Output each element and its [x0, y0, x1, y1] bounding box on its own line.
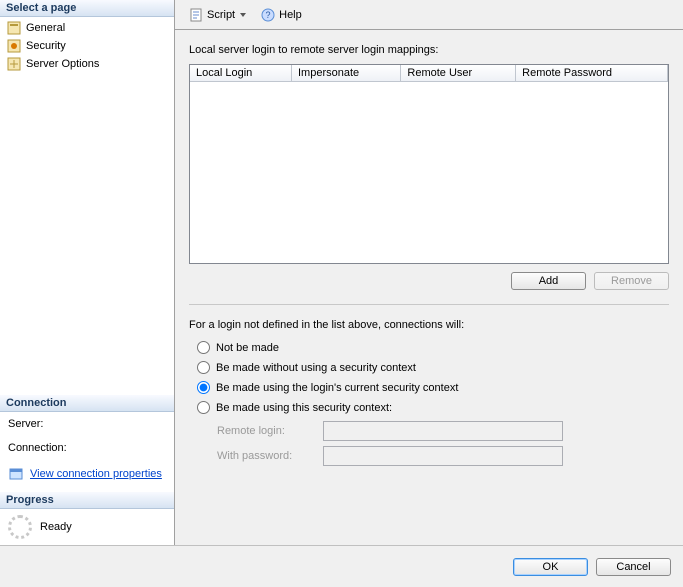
connection-header: Connection	[0, 395, 174, 412]
main-layout: Select a page General Security Server Op…	[0, 0, 683, 545]
dialog-footer: OK Cancel	[0, 545, 683, 587]
radio-not-made-label: Not be made	[216, 342, 279, 354]
page-label: General	[26, 22, 65, 34]
with-password-label: With password:	[217, 450, 317, 462]
remote-login-label: Remote login:	[217, 425, 317, 437]
radio-not-made-row[interactable]: Not be made	[197, 341, 669, 354]
not-defined-label: For a login not defined in the list abov…	[189, 319, 669, 331]
view-connection-properties-link[interactable]: View connection properties	[30, 468, 162, 480]
page-list: General Security Server Options	[0, 17, 174, 75]
with-password-row: With password:	[217, 446, 669, 466]
separator	[189, 304, 669, 305]
mappings-label: Local server login to remote server logi…	[189, 44, 669, 56]
page-security[interactable]: Security	[0, 37, 174, 55]
view-conn-props-row[interactable]: View connection properties	[8, 466, 166, 482]
grid-buttons: Add Remove	[189, 272, 669, 290]
script-label: Script	[207, 9, 235, 21]
left-panel: Select a page General Security Server Op…	[0, 0, 175, 545]
script-button[interactable]: Script	[183, 4, 251, 26]
page-icon	[6, 56, 22, 72]
properties-icon	[8, 466, 24, 482]
radio-not-made[interactable]	[197, 341, 210, 354]
radio-current-context-label: Be made using the login's current securi…	[216, 382, 458, 394]
page-general[interactable]: General	[0, 19, 174, 37]
remove-button[interactable]: Remove	[594, 272, 669, 290]
right-panel: Script ? Help Local server login to remo…	[175, 0, 683, 545]
page-label: Security	[26, 40, 66, 52]
page-icon	[6, 20, 22, 36]
help-label: Help	[279, 9, 302, 21]
svg-text:?: ?	[266, 10, 271, 20]
radio-this-context-row[interactable]: Be made using this security context:	[197, 401, 669, 414]
col-remote-password[interactable]: Remote Password	[516, 65, 668, 82]
radio-current-context-row[interactable]: Be made using the login's current securi…	[197, 381, 669, 394]
connection-label: Connection:	[8, 442, 166, 454]
mappings-grid[interactable]: Local Login Impersonate Remote User Remo…	[189, 64, 669, 264]
col-impersonate[interactable]: Impersonate	[291, 65, 400, 82]
radio-no-context-label: Be made without using a security context	[216, 362, 416, 374]
col-remote-user[interactable]: Remote User	[401, 65, 516, 82]
help-icon: ?	[260, 7, 276, 23]
security-radio-group: Not be made Be made without using a secu…	[189, 341, 669, 466]
connection-section: Connection Server: Connection: View conn…	[0, 395, 174, 492]
content-area: Local server login to remote server logi…	[175, 30, 683, 545]
progress-spinner-icon	[8, 515, 32, 539]
select-page-header: Select a page	[0, 0, 174, 17]
progress-section: Progress Ready	[0, 492, 174, 545]
remote-login-input[interactable]	[323, 421, 563, 441]
toolbar: Script ? Help	[175, 0, 683, 30]
with-password-input[interactable]	[323, 446, 563, 466]
server-label: Server:	[8, 418, 166, 430]
page-server-options[interactable]: Server Options	[0, 55, 174, 73]
page-label: Server Options	[26, 58, 99, 70]
chevron-down-icon	[240, 13, 246, 17]
col-local-login[interactable]: Local Login	[190, 65, 291, 82]
cancel-button[interactable]: Cancel	[596, 558, 671, 576]
radio-this-context[interactable]	[197, 401, 210, 414]
remote-login-row: Remote login:	[217, 421, 669, 441]
add-button[interactable]: Add	[511, 272, 586, 290]
radio-current-context[interactable]	[197, 381, 210, 394]
radio-this-context-label: Be made using this security context:	[216, 402, 392, 414]
radio-no-context-row[interactable]: Be made without using a security context	[197, 361, 669, 374]
radio-no-context[interactable]	[197, 361, 210, 374]
progress-header: Progress	[0, 492, 174, 509]
sidebar-spacer	[0, 75, 174, 395]
progress-status: Ready	[40, 521, 72, 533]
script-icon	[188, 7, 204, 23]
ok-button[interactable]: OK	[513, 558, 588, 576]
page-icon	[6, 38, 22, 54]
help-button[interactable]: ? Help	[255, 4, 307, 26]
